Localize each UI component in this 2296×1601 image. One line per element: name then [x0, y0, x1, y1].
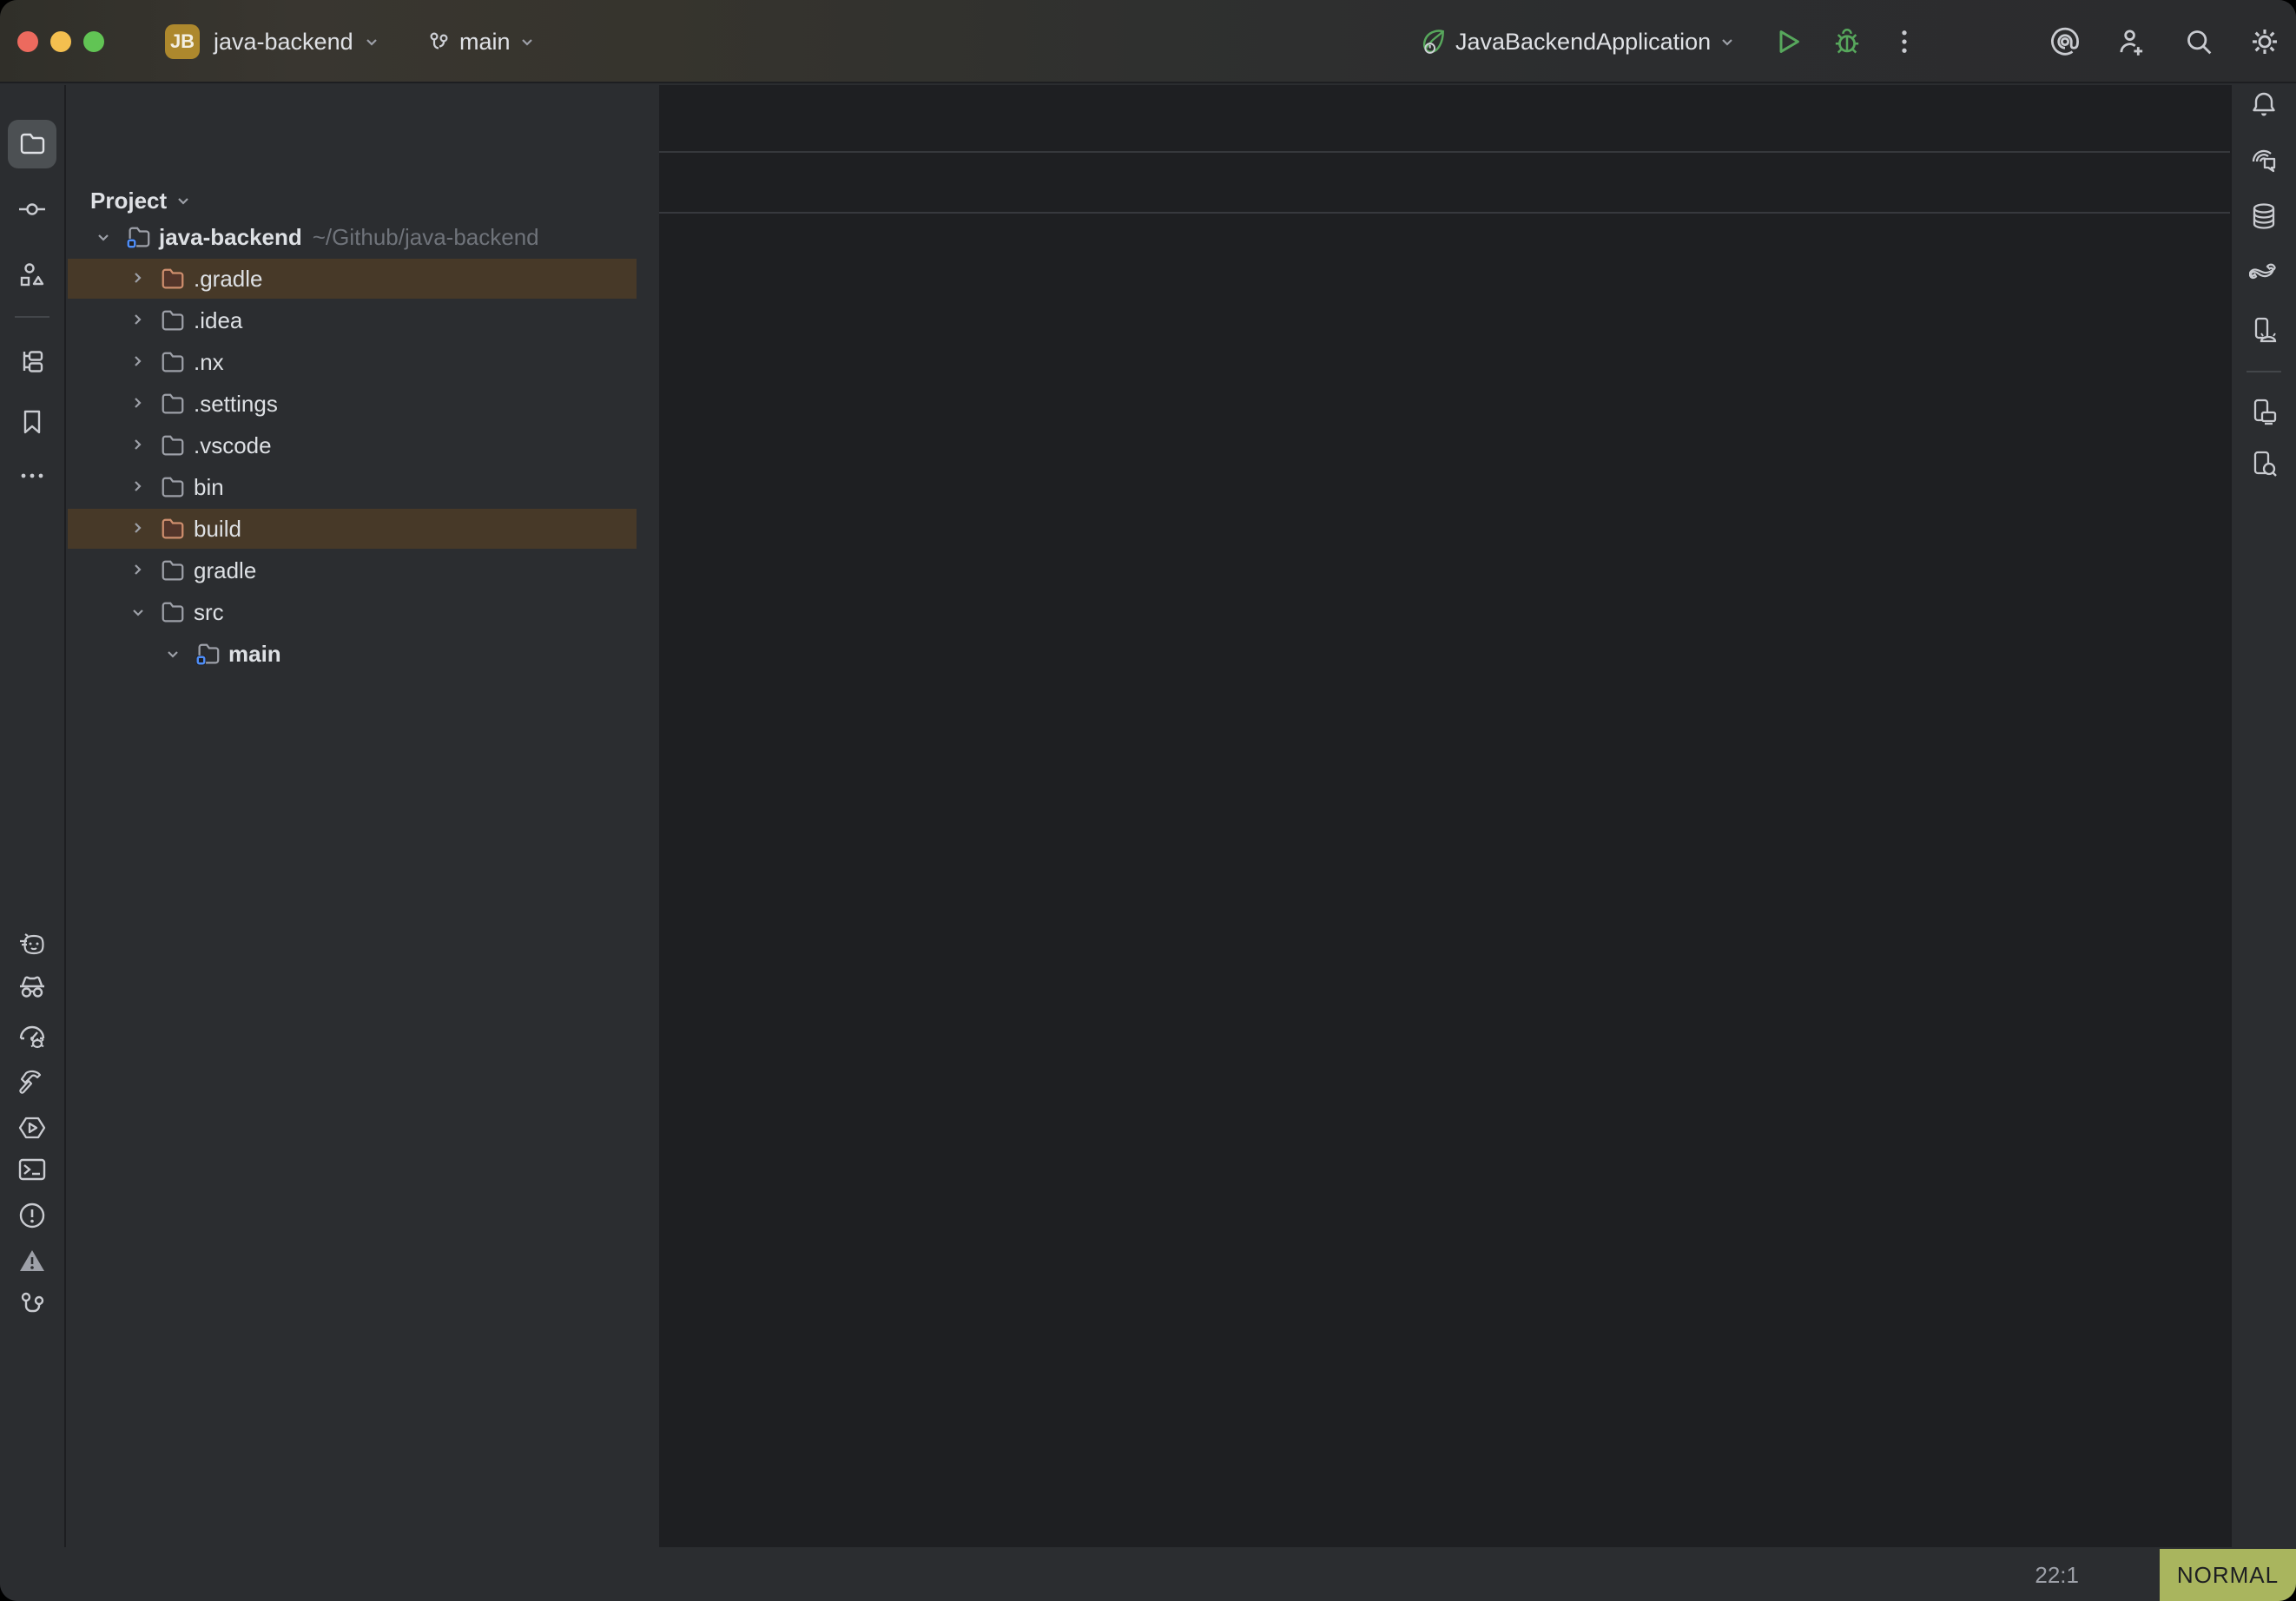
folder-icon [160, 599, 186, 625]
tree-item-build[interactable]: build [68, 508, 657, 550]
dependencies-tool-icon[interactable] [8, 962, 56, 1011]
tree-item--nx[interactable]: .nx [68, 341, 657, 383]
tree-item-label: bin [194, 474, 224, 501]
warnings-tool-icon[interactable] [8, 1236, 56, 1285]
project-selector[interactable]: java-backend [214, 0, 381, 83]
folder-icon [160, 391, 186, 417]
settings-icon[interactable] [2250, 0, 2280, 83]
tree-item-main[interactable]: main [68, 633, 657, 675]
titlebar: JB java-backend main JavaBackendApplication [0, 0, 2296, 83]
tree-chevron[interactable] [94, 227, 113, 247]
problems-tool-icon[interactable] [8, 1191, 56, 1240]
tree-chevron[interactable] [129, 519, 148, 538]
tree-chevron[interactable] [129, 603, 148, 622]
code-area[interactable] [659, 215, 2230, 1547]
left-tool-stripe [0, 85, 66, 1547]
device-manager-icon[interactable] [2240, 306, 2288, 354]
tree-item-label: .idea [194, 307, 242, 334]
vim-mode-badge: NORMAL [2160, 1549, 2296, 1601]
tree-item-label: .settings [194, 391, 278, 418]
tree-item-java-backend[interactable]: java-backend ~/Github/java-backend [68, 216, 657, 258]
tree-item-label: build [194, 516, 241, 543]
tree-item--idea[interactable]: .idea [68, 300, 657, 341]
sticky-line [659, 155, 2230, 214]
ide-window: JB java-backend main JavaBackendApplication… [0, 0, 2296, 1601]
mouse-cursor [1834, 1160, 1869, 1198]
stripe-divider [15, 316, 49, 318]
notifications-icon[interactable] [2240, 80, 2288, 128]
project-panel: Project java-backend ~/Github/java-backen… [68, 85, 657, 1547]
tree-item--vscode[interactable]: .vscode [68, 425, 657, 466]
tree-chevron[interactable] [129, 436, 148, 455]
more-icon[interactable] [1890, 0, 1918, 83]
hierarchy-tool-icon[interactable] [8, 337, 56, 385]
bookmarks-tool-icon[interactable] [8, 398, 56, 446]
tree-item-label: .gradle [194, 266, 263, 293]
tree-item-label: java-backend [159, 224, 302, 251]
close-button[interactable] [17, 31, 38, 52]
tree-chevron[interactable] [129, 561, 148, 580]
tree-item-label: gradle [194, 557, 256, 584]
editor-tabbar [659, 85, 2230, 153]
folder-icon [160, 432, 186, 458]
tree-chevron[interactable] [129, 269, 148, 288]
module-folder-icon [195, 641, 221, 667]
folder-icon [160, 349, 186, 375]
tree-item-label: .nx [194, 349, 224, 376]
folder-icon [160, 557, 186, 583]
status-bar: 22:1 NORMAL [0, 1549, 2296, 1601]
tree-item-label: .vscode [194, 432, 272, 459]
tree-item-label: main [228, 641, 281, 668]
profiler-tool-icon[interactable] [8, 1011, 56, 1060]
folder-orange-icon [160, 516, 186, 542]
folder-icon [160, 474, 186, 500]
tree-item-label: src [194, 599, 224, 626]
search-icon[interactable] [2184, 0, 2214, 83]
right-tool-stripe [2230, 85, 2296, 1547]
structure-tool-icon[interactable] [8, 250, 56, 299]
project-panel-header[interactable]: Project [90, 181, 193, 221]
project-avatar[interactable]: JB [165, 24, 200, 59]
tree-item-src[interactable]: src [68, 591, 657, 633]
tree-item-bin[interactable]: bin [68, 466, 657, 508]
tree-chevron[interactable] [163, 644, 182, 663]
running-devices-icon[interactable] [2240, 387, 2288, 436]
run-icon[interactable] [1774, 0, 1802, 83]
database-tool-icon[interactable] [2240, 192, 2288, 240]
branch-selector[interactable]: main [427, 0, 537, 83]
tree-item-gradle[interactable]: gradle [68, 550, 657, 591]
more-tools-icon[interactable] [8, 451, 56, 500]
spring-boot-icon [1421, 29, 1447, 55]
run-configuration[interactable]: JavaBackendApplication [1421, 0, 1737, 83]
caret-position[interactable]: 22:1 [2035, 1549, 2079, 1601]
zoom-button[interactable] [83, 31, 104, 52]
terminal-tool-icon[interactable] [8, 1145, 56, 1194]
ai-assistant-icon[interactable] [2050, 0, 2080, 83]
ideavim-icon[interactable] [2114, 1561, 2141, 1589]
tree-item--gradle[interactable]: .gradle [68, 258, 657, 300]
commit-tool-icon[interactable] [8, 185, 56, 234]
stripe-divider [2247, 371, 2281, 372]
code-with-me-icon[interactable] [2117, 0, 2147, 83]
gradle-tool-icon[interactable] [2240, 248, 2288, 297]
tree-item-path: ~/Github/java-backend [313, 224, 539, 251]
folder-orange-icon [160, 266, 186, 292]
ai-assistant-tool-icon[interactable] [2240, 136, 2288, 185]
editor-area [659, 85, 2230, 1547]
build-tool-icon[interactable] [8, 1058, 56, 1107]
git-tool-icon[interactable] [8, 1281, 56, 1329]
debug-icon[interactable] [1833, 0, 1861, 83]
module-folder-icon [125, 224, 151, 250]
tree-item--settings[interactable]: .settings [68, 383, 657, 425]
device-explorer-icon[interactable] [2240, 439, 2288, 488]
tree-chevron[interactable] [129, 394, 148, 413]
folder-icon [160, 307, 186, 333]
project-tool-icon[interactable] [8, 120, 56, 168]
tree-chevron[interactable] [129, 311, 148, 330]
tree-chevron[interactable] [129, 478, 148, 497]
tree-chevron[interactable] [129, 352, 148, 372]
minimize-button[interactable] [50, 31, 71, 52]
